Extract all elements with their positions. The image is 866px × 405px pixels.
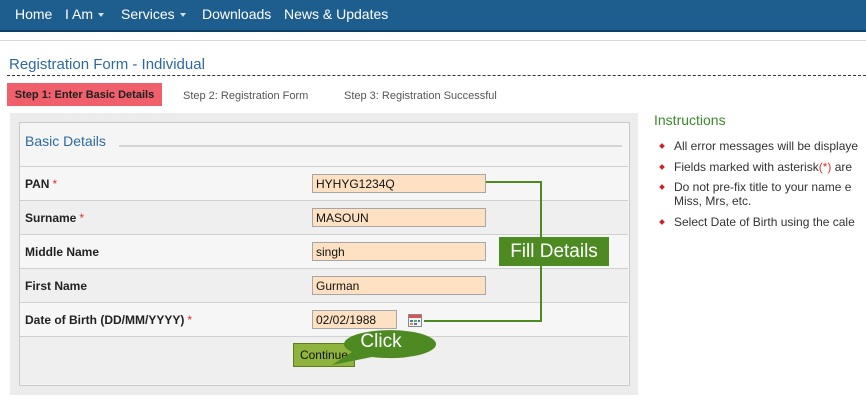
fill-details-badge: Fill Details [499,237,609,266]
click-callout-text: Click [360,331,402,352]
annotation-overlay [332,181,542,365]
